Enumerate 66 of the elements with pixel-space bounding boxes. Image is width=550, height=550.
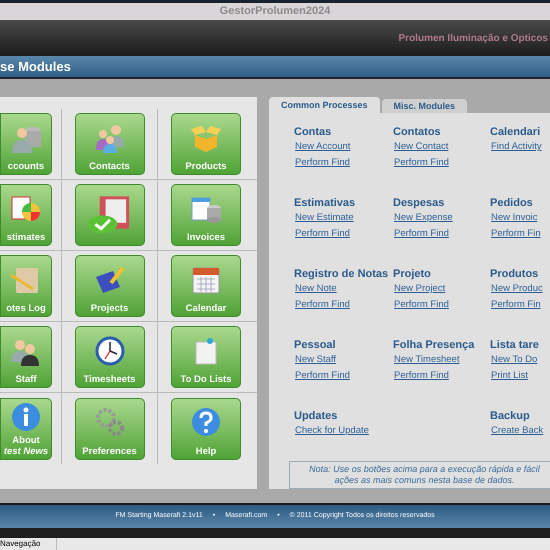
section-heading: Pedidos bbox=[490, 196, 533, 210]
process-link[interactable]: New Staff bbox=[295, 354, 336, 366]
module-tile[interactable]: Contacts bbox=[74, 113, 144, 176]
info-icon bbox=[9, 402, 43, 432]
process-link[interactable]: New Account bbox=[295, 141, 350, 154]
module-tile[interactable]: Help bbox=[171, 398, 241, 460]
process-link[interactable]: Perform Find bbox=[394, 157, 449, 170]
section-heading: Pessoal bbox=[294, 338, 336, 352]
module-tile[interactable]: otes Log bbox=[0, 255, 52, 318]
process-link[interactable]: Find Activity bbox=[491, 141, 542, 154]
process-link[interactable]: New Project bbox=[394, 283, 446, 296]
module-tile[interactable]: To Do Lists bbox=[171, 326, 241, 388]
chart-document-icon bbox=[9, 194, 43, 224]
module-tile[interactable]: Staff bbox=[0, 326, 52, 388]
process-link[interactable]: New To Do bbox=[491, 354, 538, 366]
section-heading: Backup bbox=[490, 409, 530, 424]
module-tile[interactable]: Projects bbox=[74, 255, 144, 318]
process-link[interactable]: New Invoic bbox=[491, 212, 538, 224]
process-link[interactable]: Perform Find bbox=[295, 228, 350, 240]
module-tile[interactable]: Products bbox=[171, 113, 241, 176]
module-tile[interactable]: About test News bbox=[0, 398, 52, 460]
process-link[interactable]: Perform Find bbox=[394, 299, 449, 312]
tab[interactable]: Misc. Modules bbox=[382, 99, 468, 114]
section-heading: Contatos bbox=[393, 125, 441, 140]
header-title: se Modules bbox=[0, 58, 71, 76]
process-link[interactable]: New Produc bbox=[491, 283, 543, 296]
section-heading: Contas bbox=[294, 125, 332, 140]
process-link[interactable]: Check for Update bbox=[295, 425, 369, 438]
process-link[interactable]: Create Back bbox=[491, 425, 544, 438]
process-link[interactable]: New Estimate bbox=[295, 212, 354, 224]
clock-icon bbox=[92, 336, 126, 366]
status-label: Navegação bbox=[0, 538, 57, 550]
note-text: ações as mais comuns nesta base de dados. bbox=[334, 475, 515, 486]
module-tile[interactable]: Timesheets bbox=[74, 326, 144, 388]
process-link[interactable]: Perform Find bbox=[394, 370, 449, 382]
module-tile[interactable]: Preferences bbox=[74, 398, 144, 460]
section-heading: Calendari bbox=[490, 125, 540, 140]
section-heading: Registro de Notas bbox=[294, 267, 388, 282]
tab[interactable]: Common Processes bbox=[269, 97, 380, 114]
section-heading: Updates bbox=[294, 409, 338, 424]
process-link[interactable]: New Contact bbox=[394, 141, 448, 154]
section-heading: Lista tare bbox=[490, 338, 539, 352]
note-text: Nota: Use os botões acima para a execução rápida e fácil bbox=[309, 464, 540, 476]
module-tile[interactable] bbox=[74, 184, 144, 246]
process-link[interactable]: Perform Find bbox=[295, 157, 350, 170]
process-link[interactable]: Perform Find bbox=[295, 299, 350, 312]
process-link[interactable]: New Timesheet bbox=[394, 354, 460, 366]
process-link[interactable]: Print List bbox=[491, 370, 528, 382]
window-title: GestorProlumen2024 bbox=[220, 4, 330, 20]
process-link[interactable]: New Expense bbox=[394, 212, 453, 224]
section-heading: Despesas bbox=[393, 196, 444, 210]
module-tile[interactable]: ccounts bbox=[0, 113, 52, 176]
process-link[interactable]: Perform Fin bbox=[491, 228, 541, 240]
section-heading: Produtos bbox=[490, 267, 538, 282]
process-link[interactable]: New Note bbox=[295, 283, 337, 296]
section-heading: Estimativas bbox=[294, 196, 356, 210]
process-link[interactable]: Perform Find bbox=[394, 228, 449, 240]
help-icon bbox=[189, 407, 223, 438]
module-tile[interactable]: Invoices bbox=[171, 184, 241, 246]
section-heading: Folha Presença bbox=[393, 338, 474, 352]
module-tile[interactable]: stimates bbox=[0, 184, 52, 246]
company-name: Prolumen Iluminação e Opticos bbox=[398, 32, 548, 46]
section-heading: Projeto bbox=[393, 267, 431, 282]
module-tile[interactable]: Calendar bbox=[171, 255, 241, 318]
process-link[interactable]: Perform Fin bbox=[491, 299, 541, 312]
process-link[interactable]: Perform Find bbox=[295, 370, 350, 382]
